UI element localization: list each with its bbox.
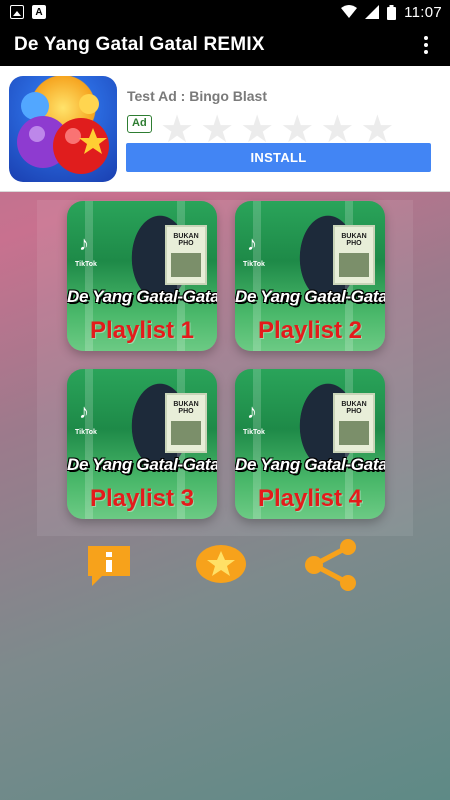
install-button[interactable]: INSTALL (126, 143, 431, 172)
playlist-row: ♪ TikTok BUKAN PHO De Yang Gatal-Gatal P… (37, 200, 413, 368)
info-button[interactable] (79, 537, 139, 593)
battery-icon (387, 4, 397, 20)
tiktok-logo-icon: ♪ (79, 233, 89, 255)
app-bar: De Yang Gatal Gatal REMIX (0, 24, 450, 66)
ad-banner[interactable]: Test Ad : Bingo Blast Ad ★ ★ ★ ★ ★ ★ INS… (0, 66, 450, 192)
ad-badge: Ad (127, 115, 152, 133)
signal-icon (365, 5, 380, 19)
tiktok-label: TikTok (75, 429, 97, 436)
playlist-label: Playlist 1 (89, 317, 195, 344)
rating-star-icon: ★ (200, 109, 235, 151)
wifi-icon (341, 5, 358, 18)
info-icon (88, 546, 130, 586)
ad-title[interactable]: Test Ad : Bingo Blast (127, 88, 267, 104)
tiktok-label: TikTok (75, 261, 97, 268)
song-title: De Yang Gatal-Gatal (67, 287, 217, 306)
ad-app-icon[interactable] (9, 76, 117, 182)
star-icon (196, 545, 246, 583)
playlist-3-tile[interactable]: ♪ TikTok BUKAN PHO De Yang Gatal-Gatal P… (67, 369, 217, 519)
tiktok-logo-icon: ♪ (79, 401, 89, 423)
ad-rating: ★ ★ ★ ★ ★ ★ (160, 109, 395, 151)
share-icon (305, 539, 356, 591)
overflow-menu-icon[interactable] (416, 33, 436, 57)
song-title: De Yang Gatal-Gatal (67, 455, 217, 474)
playlist-label: Playlist 2 (257, 317, 363, 344)
rating-star-icon: ★ (280, 109, 315, 151)
tiktok-logo-icon: ♪ (247, 401, 257, 423)
song-title: De Yang Gatal-Gatal (235, 455, 385, 474)
playlist-grid: ♪ TikTok BUKAN PHO De Yang Gatal-Gatal P… (37, 200, 413, 536)
song-title: De Yang Gatal-Gatal (235, 287, 385, 306)
playlist-2-tile[interactable]: ♪ TikTok BUKAN PHO De Yang Gatal-Gatal P… (235, 201, 385, 351)
share-button[interactable] (302, 537, 362, 593)
rating-star-icon: ★ (360, 109, 395, 151)
clock: 11:07 (404, 3, 442, 21)
rating-star-icon: ★ (320, 109, 355, 151)
a-notification-icon: A (32, 5, 46, 19)
status-bar: A 11:07 (0, 0, 450, 24)
album-poster: BUKAN PHO (333, 225, 375, 285)
playlist-1-tile[interactable]: ♪ TikTok BUKAN PHO De Yang Gatal-Gatal P… (67, 201, 217, 351)
rating-star-icon: ★ (160, 109, 195, 151)
rating-star-icon: ★ (240, 109, 275, 151)
album-poster: BUKAN PHO (165, 393, 207, 453)
playlist-label: Playlist 3 (89, 485, 195, 512)
playlist-4-tile[interactable]: ♪ TikTok BUKAN PHO De Yang Gatal-Gatal P… (235, 369, 385, 519)
playlist-label: Playlist 4 (257, 485, 363, 512)
image-notification-icon (10, 5, 24, 19)
app-title: De Yang Gatal Gatal REMIX (14, 34, 265, 55)
tiktok-label: TikTok (243, 261, 265, 268)
playlist-row: ♪ TikTok BUKAN PHO De Yang Gatal-Gatal P… (37, 368, 413, 536)
tiktok-logo-icon: ♪ (247, 233, 257, 255)
album-poster: BUKAN PHO (165, 225, 207, 285)
rate-button[interactable] (191, 537, 251, 593)
album-poster: BUKAN PHO (333, 393, 375, 453)
tiktok-label: TikTok (243, 429, 265, 436)
action-bar (0, 537, 450, 597)
